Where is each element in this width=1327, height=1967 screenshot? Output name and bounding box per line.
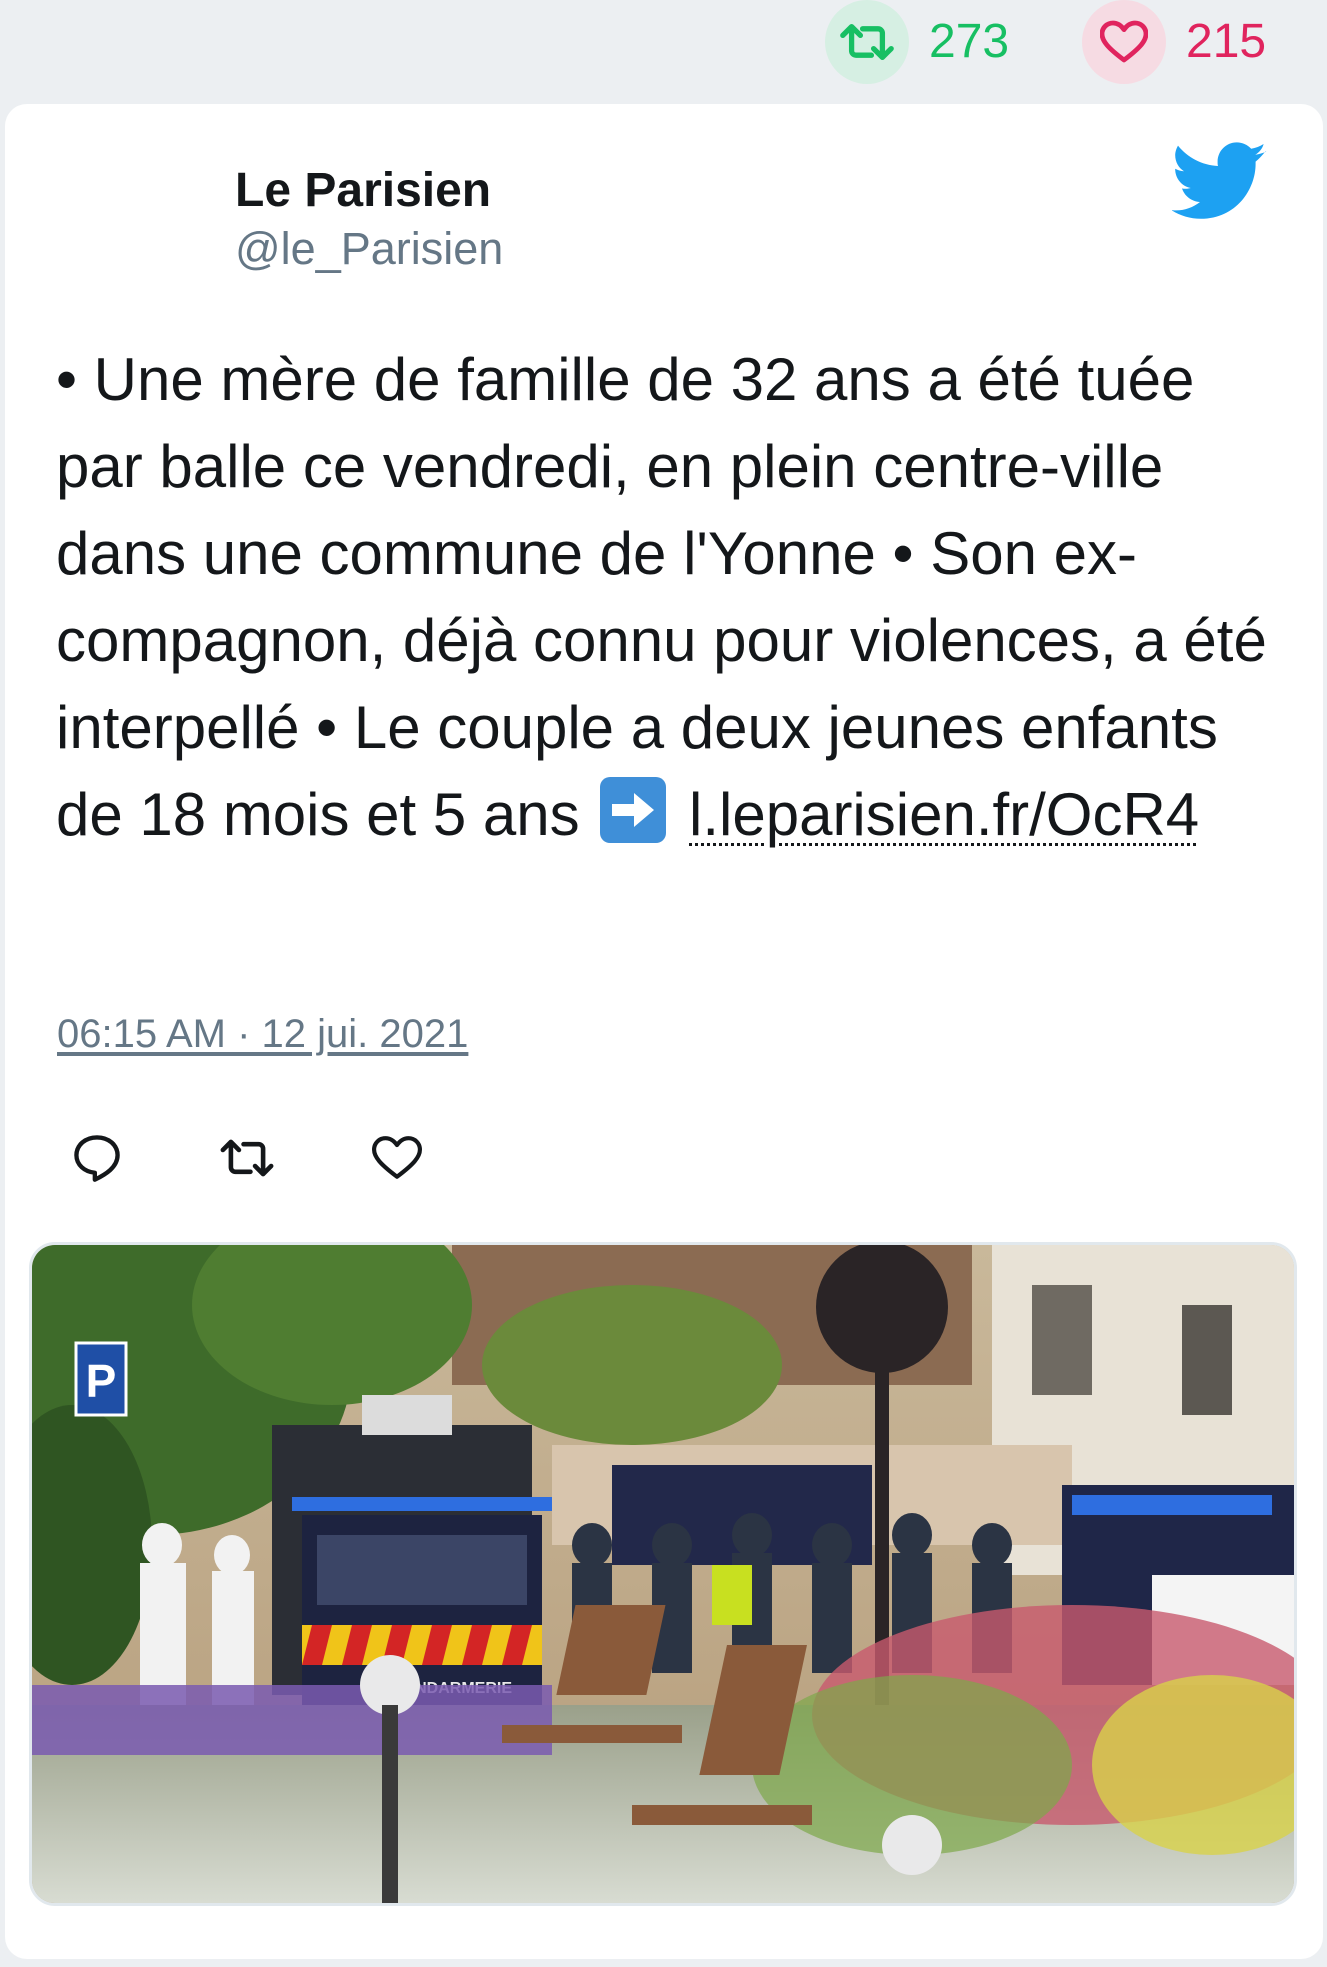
tweet-link[interactable]: l.leparisien.fr/OcR4 [689,781,1199,848]
heart-icon[interactable] [1082,0,1166,84]
author-name[interactable]: Le Parisien [235,162,503,220]
tweet-card: Le Parisien @le_Parisien • Une mère de f… [5,104,1323,1959]
tweet-timestamp[interactable]: 06:15 AM · 12 jui. 2021 [57,1012,468,1057]
like-stat[interactable]: 215 [1082,0,1266,84]
tweet-text: • Une mère de famille de 32 ans a été tu… [56,336,1296,858]
like-count: 215 [1186,15,1267,68]
retweet-icon[interactable] [217,1128,277,1188]
author-block[interactable]: Le Parisien @le_Parisien [235,162,503,276]
author-handle[interactable]: @le_Parisien [235,222,503,276]
parking-sign-label: P [86,1355,117,1407]
tweet-actions [67,1128,427,1188]
tweet-photo[interactable]: P GENDARMERIE [29,1242,1297,1906]
twitter-bird-icon[interactable] [1171,142,1268,227]
tweet-body: • Une mère de famille de 32 ans a été tu… [56,346,1267,848]
reply-icon[interactable] [67,1128,127,1188]
retweet-icon[interactable] [825,0,909,84]
tweet-stats-bar: 273 215 [0,0,1327,96]
retweet-count: 273 [929,15,1010,68]
town-square-photo: P GENDARMERIE [32,1245,1294,1903]
right-arrow-icon [600,777,667,843]
retweet-stat[interactable]: 273 [825,0,1009,84]
heart-icon[interactable] [367,1128,427,1188]
